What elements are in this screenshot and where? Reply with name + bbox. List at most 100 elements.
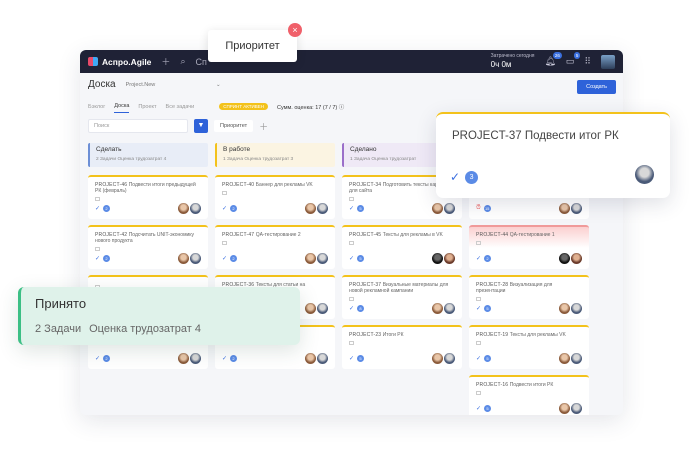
task-card[interactable]: PROJECT-45 Тексты для рекламы в VK ✓ 5 — [342, 225, 462, 269]
message-count: 5 — [573, 52, 581, 59]
add-filter-icon[interactable]: ＋ — [259, 120, 268, 133]
plus-icon[interactable]: ＋ — [161, 55, 170, 68]
avatar — [317, 203, 328, 214]
page-title: Доска — [88, 79, 116, 90]
count-badge: 2 — [230, 255, 238, 262]
nav-link[interactable]: Сп — [195, 57, 206, 67]
task-card[interactable]: PROJECT-44 QA-тестирование 1 ✓ 2 — [469, 225, 589, 269]
avatar — [432, 253, 443, 264]
search-input[interactable]: Поиск — [88, 119, 188, 133]
count-badge: 2 — [103, 205, 111, 212]
avatar — [178, 253, 189, 264]
avatar — [444, 253, 455, 264]
time-spent: Затрачено сегодня 0ч 0м — [490, 53, 535, 69]
filter-icon: ▼ — [197, 122, 205, 129]
task-card[interactable]: PROJECT-16 Подвести итоги РК ✓ 5 — [469, 375, 589, 415]
avatar — [635, 165, 654, 184]
check-icon: ✓ — [349, 356, 355, 362]
tab-2[interactable]: Проект — [138, 104, 156, 110]
avatar — [178, 353, 189, 364]
comment-icon — [349, 241, 354, 245]
avatar — [432, 303, 443, 314]
comment-icon — [476, 241, 481, 245]
comment-icon — [476, 391, 481, 395]
check-icon: ✓ — [349, 256, 355, 262]
check-icon: ✓ — [95, 206, 101, 212]
check-icon: ✓ — [349, 206, 355, 212]
count-badge: 5 — [484, 355, 492, 362]
task-card[interactable]: PROJECT-19 Тексты для рекламы VK ✓ 5 — [469, 325, 589, 369]
comment-icon — [222, 241, 227, 245]
count-badge: 5 — [357, 255, 365, 262]
count-badge: 2 — [103, 255, 111, 262]
avatar — [559, 203, 570, 214]
comment-icon — [349, 197, 354, 201]
notification-count: 26 — [552, 52, 562, 59]
top-navbar: Аспро.Agile ＋ ⌕ Сп Затрачено сегодня 0ч 0… — [80, 50, 623, 73]
count-badge: 5 — [484, 405, 492, 412]
accepted-title: Принято — [35, 296, 87, 311]
task-card[interactable]: PROJECT-46 Подвести итоги предыдущей РК … — [88, 175, 208, 219]
chat-icon[interactable]: ▭ 5 — [566, 52, 581, 67]
avatar — [305, 303, 316, 314]
avatar — [444, 353, 455, 364]
comment-icon — [476, 341, 481, 345]
dragged-card-popup[interactable]: PROJECT-37 Подвести итог РК ✓ 3 — [436, 112, 670, 198]
avatar — [305, 353, 316, 364]
task-card[interactable]: PROJECT-42 Подсчитать UNIT-экономику нов… — [88, 225, 208, 269]
comment-icon — [222, 191, 227, 195]
avatar — [305, 203, 316, 214]
close-icon[interactable]: × — [288, 23, 302, 37]
app-window: Аспро.Agile ＋ ⌕ Сп Затрачено сегодня 0ч 0… — [80, 50, 623, 415]
logo[interactable]: Аспро.Agile — [88, 57, 151, 67]
avatar — [571, 253, 582, 264]
avatar — [317, 303, 328, 314]
avatar — [317, 353, 328, 364]
avatar — [559, 353, 570, 364]
bell-icon[interactable]: 🔔︎ 26 — [544, 52, 562, 67]
avatar — [571, 203, 582, 214]
task-card[interactable]: PROJECT-28 Визуализация для презентации ✓… — [469, 275, 589, 319]
help-icon: ⓘ — [338, 104, 345, 111]
filter-button[interactable]: ▼ — [194, 119, 208, 133]
task-card[interactable]: PROJECT-47 QA-тестирование 2 ✓ 2 — [215, 225, 335, 269]
apps-grid-icon[interactable]: ⠿ — [584, 56, 591, 67]
user-avatar[interactable] — [601, 54, 615, 69]
logo-icon — [88, 57, 98, 66]
accepted-tasks: 2 Задачи — [35, 323, 82, 335]
check-icon: ✓ — [349, 306, 355, 312]
comment-icon — [476, 297, 481, 301]
accepted-column-header[interactable]: Принято 2 Задачи Оценка трудозатрат 4 — [18, 287, 300, 345]
avatar — [444, 203, 455, 214]
project-select[interactable]: Project.New ⌄ — [126, 82, 221, 88]
popup-title: PROJECT-37 Подвести итог РК — [452, 130, 619, 142]
task-card[interactable]: PROJECT-40 Баннер для рекламы VK ✓ 2 — [215, 175, 335, 219]
task-card[interactable]: PROJECT-37 Визуальные материалы для ново… — [342, 275, 462, 319]
avatar — [190, 353, 201, 364]
check-icon: ✓ — [476, 306, 482, 312]
column-header[interactable]: Сделать 2 Задачи Оценка трудозатрат 4 — [88, 143, 208, 167]
avatar — [559, 303, 570, 314]
column-header[interactable]: В работе 1 Задача Оценка трудозатрат 3 — [215, 143, 335, 167]
sum-estimate: Сумм. оценка: 17 (7 / 7) ⓘ — [277, 104, 345, 111]
tab-1[interactable]: Доска — [114, 103, 130, 113]
count-badge: 8 — [357, 305, 365, 312]
column: В работе 1 Задача Оценка трудозатрат 3 PRO… — [215, 143, 335, 415]
check-icon: ✓ — [95, 356, 101, 362]
tab-3[interactable]: Все задачи — [166, 104, 195, 110]
avatar — [571, 403, 582, 414]
count-badge: 2 — [230, 355, 238, 362]
avatar — [571, 353, 582, 364]
priority-button[interactable]: Приоритет — [214, 120, 254, 132]
check-icon: ✓ — [476, 406, 482, 412]
avatar — [432, 353, 443, 364]
avatar — [571, 303, 582, 314]
tab-0[interactable]: Бэклог — [88, 104, 105, 110]
task-card[interactable]: PROJECT-23 Итоги РК ✓ 5 — [342, 325, 462, 369]
check-icon: ✓ — [95, 256, 101, 262]
avatar — [305, 253, 316, 264]
check-icon: ✓ — [222, 256, 228, 262]
comment-icon — [349, 341, 354, 345]
create-button[interactable]: Создать — [577, 80, 616, 94]
search-icon[interactable]: ⌕ — [180, 56, 185, 67]
